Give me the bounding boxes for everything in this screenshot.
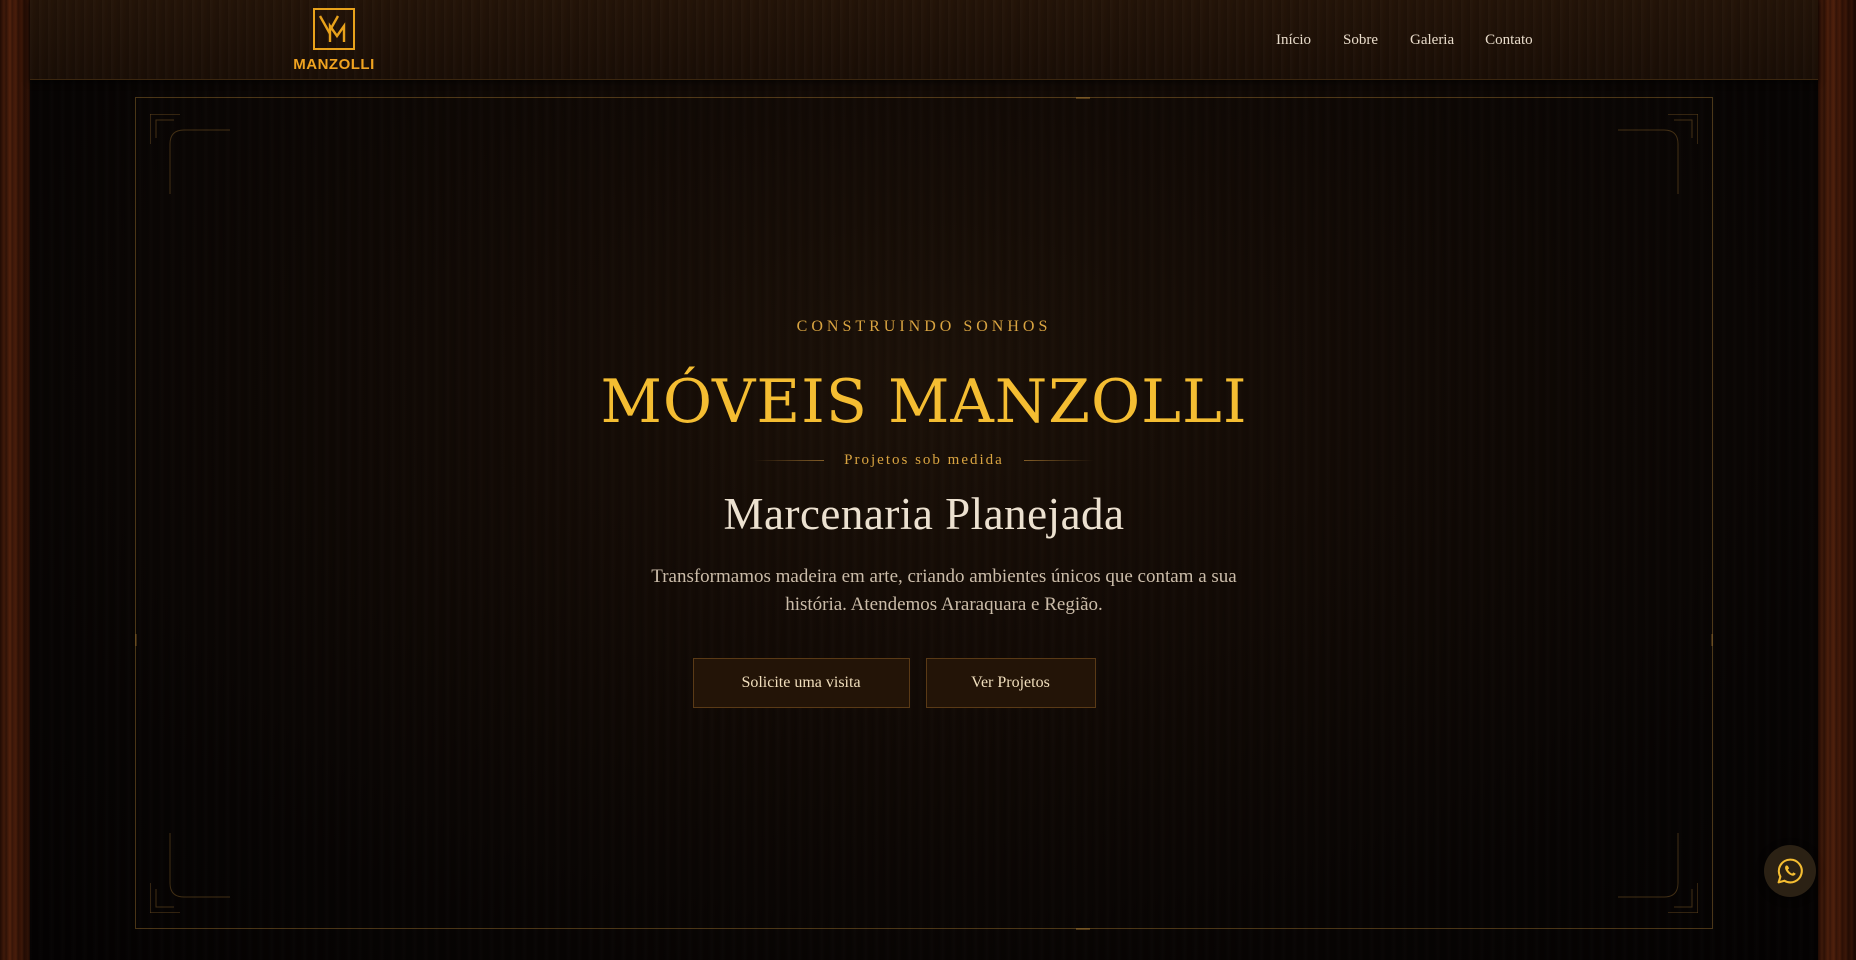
main-nav: Início Sobre Galeria Contato [1276, 32, 1533, 58]
hero-title: MÓVEIS MANZOLLI [600, 367, 1248, 437]
whatsapp-icon [1777, 858, 1803, 884]
logo-text: MANZOLLI [293, 56, 375, 73]
hero-subtitle: Marcenaria Planejada [723, 489, 1125, 539]
frame-notch [1076, 97, 1090, 99]
nav-item-contato[interactable]: Contato [1485, 31, 1533, 49]
whatsapp-button[interactable] [1764, 845, 1816, 897]
hero-eyebrow: CONSTRUINDO SONHOS [796, 318, 1052, 335]
frame-corner-ornament [1618, 833, 1698, 913]
frame-side-tick [1711, 634, 1713, 646]
vm-monogram-icon [313, 8, 355, 50]
site-header: MANZOLLI Início Sobre Galeria Contato [30, 0, 1818, 80]
request-visit-button[interactable]: Solicite uma visita [692, 658, 910, 708]
hero-tagline: Projetos sob medida [844, 452, 1004, 468]
hero-divider: Projetos sob medida [30, 452, 1818, 469]
hero-cta-group: Solicite uma visita Ver Projetos [30, 658, 1818, 708]
hero-section: MANZOLLI Início Sobre Galeria Contato CO… [30, 0, 1818, 960]
logo[interactable]: MANZOLLI [289, 8, 379, 78]
wood-frame-right [1818, 0, 1856, 960]
divider-line [1023, 460, 1094, 461]
nav-item-inicio[interactable]: Início [1276, 31, 1311, 49]
nav-item-galeria[interactable]: Galeria [1410, 31, 1454, 49]
frame-corner-ornament [1618, 114, 1698, 194]
nav-item-sobre[interactable]: Sobre [1343, 31, 1378, 49]
hero-description: Transformamos madeira em arte, criando a… [651, 566, 1237, 615]
frame-corner-ornament [150, 114, 230, 194]
frame-corner-ornament [150, 833, 230, 913]
divider-line [754, 460, 825, 461]
frame-notch [1076, 928, 1090, 930]
wood-frame-left [0, 0, 30, 960]
frame-side-tick [135, 634, 137, 646]
view-projects-button[interactable]: Ver Projetos [925, 658, 1096, 708]
